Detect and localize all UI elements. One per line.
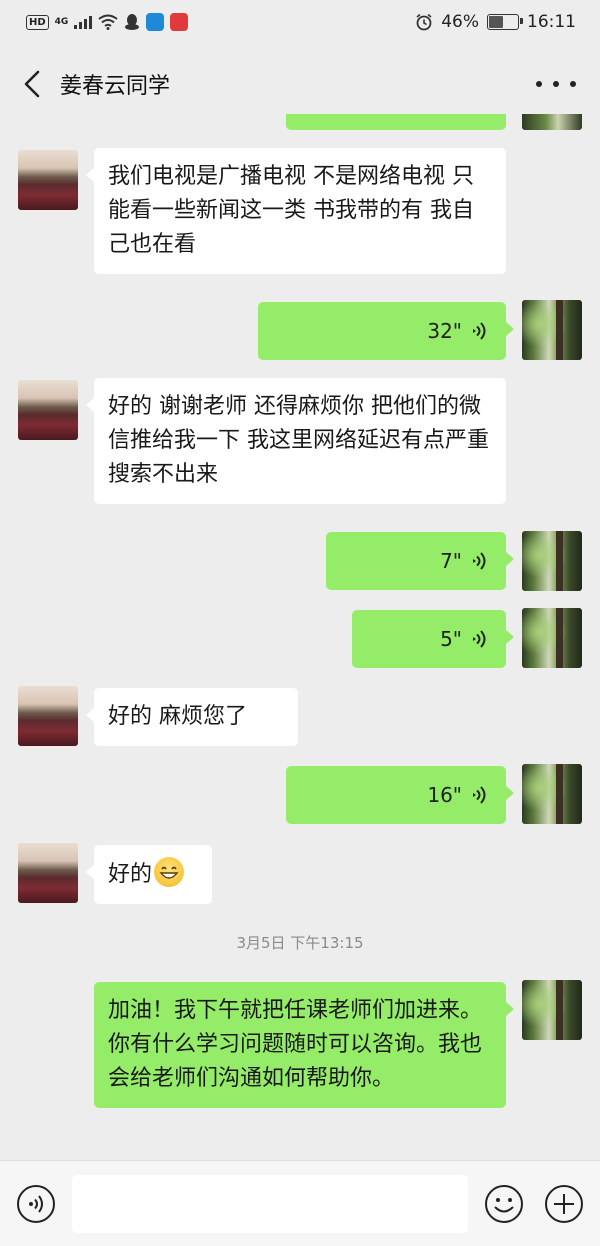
partial-message-bubble[interactable] bbox=[286, 114, 506, 130]
alarm-icon bbox=[416, 13, 432, 31]
voice-duration: 7" bbox=[440, 549, 462, 573]
contact-avatar[interactable] bbox=[18, 686, 78, 746]
more-dots-icon bbox=[536, 81, 542, 87]
self-avatar[interactable] bbox=[522, 114, 582, 130]
voice-message-outgoing[interactable]: 5" bbox=[352, 610, 514, 668]
voice-wave-icon bbox=[473, 322, 486, 340]
emoji-button[interactable] bbox=[484, 1184, 524, 1224]
wifi-icon bbox=[98, 14, 118, 30]
weibo-app-icon bbox=[170, 13, 189, 31]
back-button[interactable] bbox=[16, 66, 52, 102]
voice-message-outgoing[interactable]: 7" bbox=[326, 532, 514, 590]
more-dots-icon bbox=[570, 81, 576, 87]
self-avatar[interactable] bbox=[522, 531, 582, 591]
plus-circle-icon bbox=[545, 1185, 583, 1223]
voice-message-outgoing[interactable]: 16" bbox=[286, 766, 514, 824]
contact-avatar[interactable] bbox=[18, 150, 78, 210]
message-bubble-incoming[interactable]: 好的 bbox=[86, 845, 212, 904]
message-bubble-incoming[interactable]: 我们电视是广播电视 不是网络电视 只能看一些新闻这一类 书我带的有 我自己也在看 bbox=[86, 148, 506, 274]
more-button[interactable] bbox=[536, 70, 576, 98]
voice-wave-icon bbox=[473, 786, 486, 804]
self-avatar[interactable] bbox=[522, 980, 582, 1040]
input-bar bbox=[0, 1160, 600, 1246]
telegram-app-icon bbox=[146, 13, 165, 31]
contact-avatar[interactable] bbox=[18, 380, 78, 440]
voice-wave-icon bbox=[473, 630, 486, 648]
voice-toggle-icon bbox=[17, 1185, 55, 1223]
battery-nub bbox=[520, 18, 523, 24]
voice-duration: 16" bbox=[427, 783, 462, 807]
clock-time: 16:11 bbox=[527, 12, 576, 32]
status-bar: HD 4G 46% 16:11 bbox=[0, 0, 600, 46]
voice-message-outgoing[interactable]: 32" bbox=[258, 302, 514, 360]
title-bar: 姜春云同学 bbox=[0, 46, 600, 122]
self-avatar[interactable] bbox=[522, 300, 582, 360]
network-type-label: 4G bbox=[54, 16, 69, 27]
qq-icon bbox=[125, 14, 140, 30]
voice-duration: 5" bbox=[440, 627, 462, 651]
message-text: 好的 bbox=[108, 862, 153, 887]
voice-duration: 32" bbox=[427, 319, 462, 343]
hd-icon: HD bbox=[26, 14, 49, 30]
voice-toggle-button[interactable] bbox=[16, 1184, 56, 1224]
contact-avatar[interactable] bbox=[18, 843, 78, 903]
message-timestamp: 3月5日 下午13:15 bbox=[236, 934, 364, 952]
more-dots-icon bbox=[553, 81, 559, 87]
battery-level bbox=[489, 16, 503, 28]
emoji-smile-icon bbox=[485, 1185, 523, 1223]
message-bubble-outgoing[interactable]: 加油！我下午就把任课老师们加进来。你有什么学习问题随时可以咨询。我也会给老师们沟… bbox=[94, 982, 514, 1108]
message-bubble-incoming[interactable]: 好的 谢谢老师 还得麻烦你 把他们的微信推给我一下 我这里网络延迟有点严重搜索不… bbox=[86, 378, 506, 504]
message-bubble-incoming[interactable]: 好的 麻烦您了 bbox=[86, 688, 298, 746]
status-right: 46% 16:11 bbox=[415, 12, 576, 32]
grinning-face-emoji bbox=[154, 857, 185, 887]
self-avatar[interactable] bbox=[522, 764, 582, 824]
chevron-left-icon bbox=[24, 70, 40, 98]
page-title: 姜春云同学 bbox=[60, 74, 171, 99]
self-avatar[interactable] bbox=[522, 608, 582, 668]
signal-icon bbox=[74, 15, 93, 29]
status-left: HD 4G bbox=[26, 13, 189, 31]
message-input[interactable] bbox=[72, 1175, 468, 1233]
battery-percent: 46% bbox=[441, 12, 479, 32]
voice-wave-icon bbox=[473, 552, 486, 570]
more-functions-button[interactable] bbox=[544, 1184, 584, 1224]
battery-icon bbox=[487, 14, 523, 30]
